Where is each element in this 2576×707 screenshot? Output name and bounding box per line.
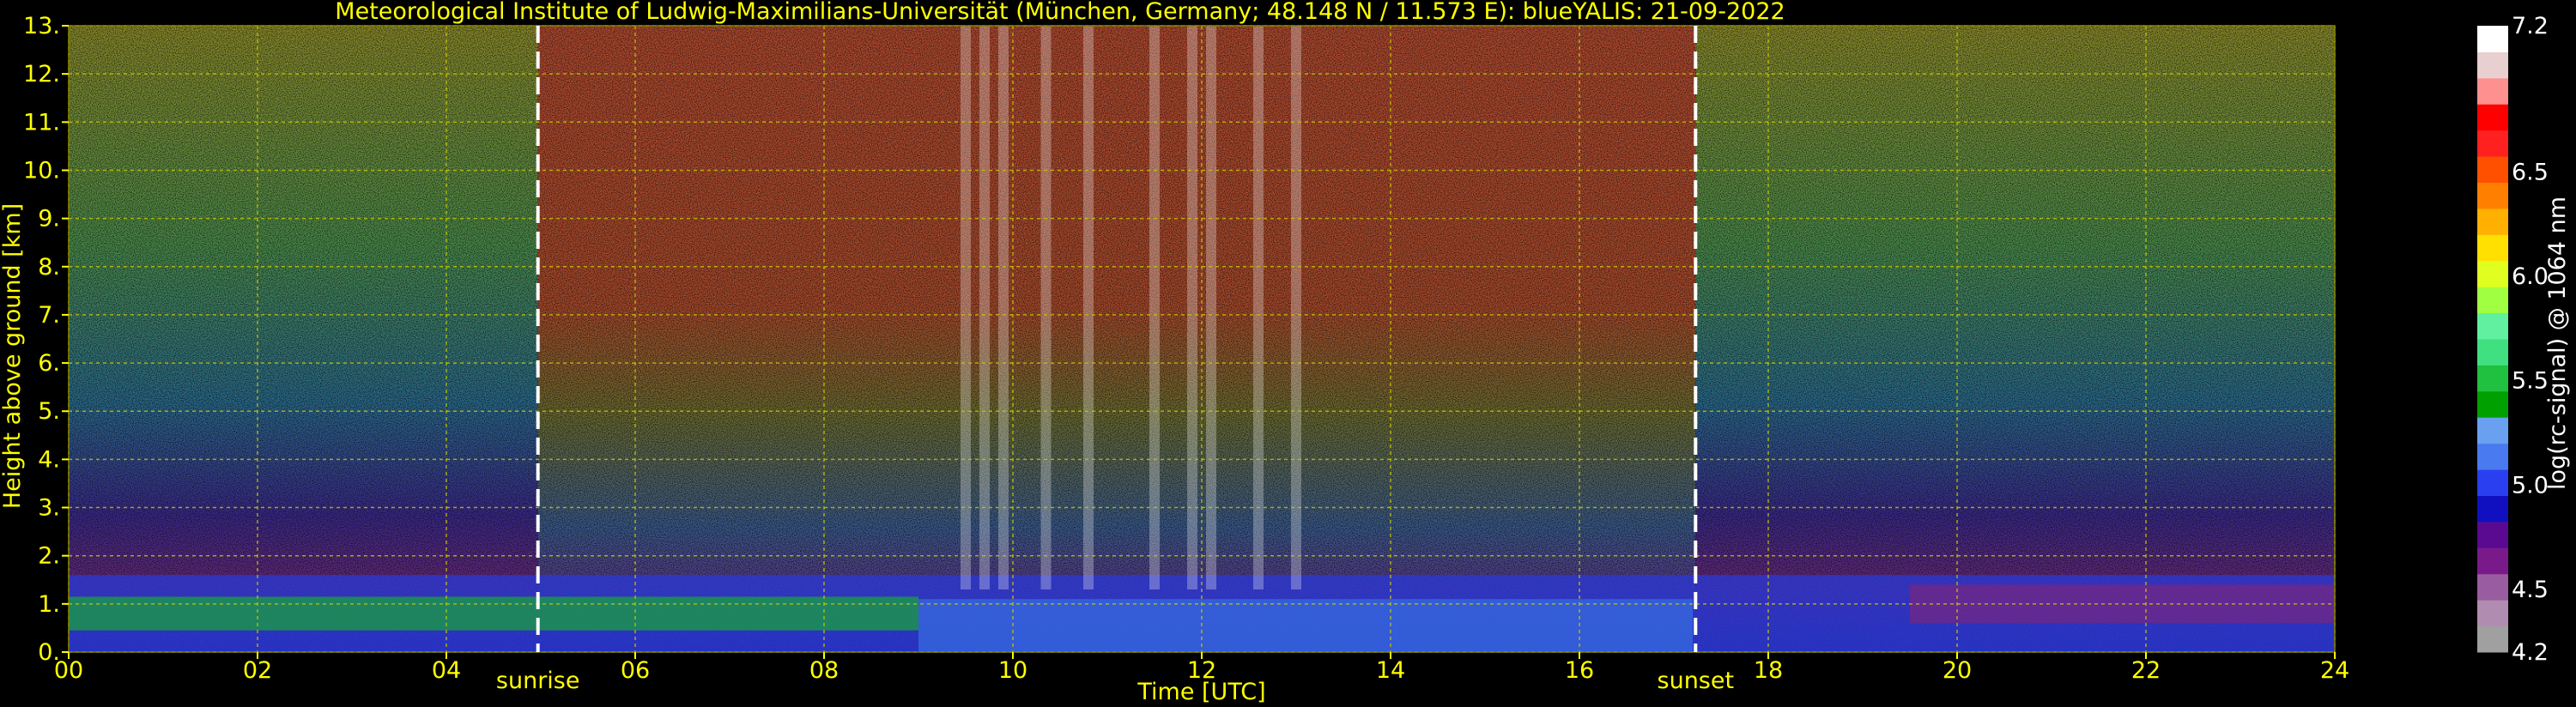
y-tick-label: 4. <box>38 446 60 473</box>
signal-streak <box>979 26 990 589</box>
marker-label-sunrise: sunrise <box>496 668 580 694</box>
x-tick-label: 18 <box>1754 657 1783 684</box>
y-axis-label: Height above ground [km] <box>0 203 26 509</box>
x-tick-label: 04 <box>432 657 461 684</box>
colorbar-segment <box>2477 365 2508 392</box>
colorbar-segment <box>2477 495 2508 523</box>
colorbar-tick-label: 5.0 <box>2512 472 2549 499</box>
colorbar-segment <box>2477 390 2508 418</box>
colorbar-segment <box>2477 104 2508 131</box>
y-tick-label: 1. <box>38 591 60 618</box>
y-tick-label: 5. <box>38 398 60 425</box>
y-tick-label: 7. <box>38 302 60 329</box>
colorbar-segment <box>2477 339 2508 366</box>
colorbar-segment <box>2477 287 2508 314</box>
colorbar-segment <box>2477 182 2508 209</box>
signal-noise <box>69 26 2335 652</box>
colorbar-segment <box>2477 600 2508 627</box>
x-tick-label: 10 <box>998 657 1027 684</box>
y-axis-ticks: 0. 1. 2. 3. 4. 5. 6. 7. 8. 9. 10. 11. 12. 13. <box>23 13 69 666</box>
colorbar-segment <box>2477 573 2508 601</box>
colorbar-tick-label: 4.2 <box>2512 639 2549 666</box>
colorbar-tick-label: 6.0 <box>2512 263 2549 290</box>
x-axis-label: Time [UTC] <box>1136 679 1265 705</box>
colorbar-ticks: 4.2 4.5 5.0 5.5 6.0 6.5 7.2 <box>2512 13 2549 666</box>
colorbar-segment <box>2477 234 2508 262</box>
y-tick-label: 6. <box>38 350 60 377</box>
signal-streak <box>998 26 1009 589</box>
colorbar-tick-label: 6.5 <box>2512 159 2549 185</box>
signal-streak <box>961 26 971 589</box>
signal-streak <box>1083 26 1094 589</box>
y-tick-label: 13. <box>23 13 60 39</box>
colorbar-segment <box>2477 51 2508 79</box>
colorbar-segment <box>2477 312 2508 340</box>
colorbar-segment <box>2477 130 2508 157</box>
y-tick-label: 11. <box>23 109 60 136</box>
colorbar-tick-label: 7.2 <box>2512 13 2549 39</box>
x-tick-label: 02 <box>243 657 272 684</box>
colorbar-label: log(rc-signal) @ 1064 nm <box>2544 196 2571 490</box>
colorbar-segment <box>2477 469 2508 496</box>
signal-streak <box>1206 26 1216 589</box>
colorbar-segment <box>2477 547 2508 575</box>
colorbar-tick-label: 5.5 <box>2512 368 2549 395</box>
y-tick-label: 2. <box>38 543 60 570</box>
colorbar-segment <box>2477 443 2508 470</box>
x-tick-label: 22 <box>2131 657 2161 684</box>
colorbar-segment <box>2477 156 2508 183</box>
colorbar-segment <box>2477 521 2508 548</box>
night-residual-layer <box>69 596 918 631</box>
colorbar-segment <box>2477 625 2508 653</box>
signal-streak <box>1291 26 1301 589</box>
colorbar-segment <box>2477 417 2508 444</box>
y-tick-label: 12. <box>23 61 60 88</box>
signal-streak <box>1253 26 1264 589</box>
colorbar-segment <box>2477 77 2508 105</box>
mixing-layer <box>918 599 1693 652</box>
y-tick-label: 10. <box>23 157 60 184</box>
chart-title: Meteorological Institute of Ludwig-Maxim… <box>335 0 1785 25</box>
colorbar-segment <box>2477 208 2508 235</box>
x-tick-label: 06 <box>621 657 650 684</box>
y-tick-label: 0. <box>38 639 60 666</box>
y-tick-label: 8. <box>38 254 60 281</box>
signal-streak <box>1149 26 1160 589</box>
colorbar <box>2477 26 2508 653</box>
signal-streak <box>1040 26 1052 589</box>
lidar-chart: Meteorological Institute of Ludwig-Maxim… <box>0 0 2571 705</box>
plot-area <box>69 26 2335 652</box>
x-tick-label: 16 <box>1565 657 1594 684</box>
x-tick-label: 24 <box>2320 657 2349 684</box>
x-tick-label: 14 <box>1376 657 1405 684</box>
y-tick-label: 3. <box>38 495 60 522</box>
x-tick-label: 20 <box>1943 657 1972 684</box>
colorbar-segment <box>2477 26 2508 52</box>
colorbar-segment <box>2477 260 2508 287</box>
x-tick-label: 08 <box>809 657 839 684</box>
signal-streak <box>1187 26 1197 589</box>
y-tick-label: 9. <box>38 206 60 233</box>
colorbar-tick-label: 4.5 <box>2512 577 2549 603</box>
marker-label-sunset: sunset <box>1658 668 1735 694</box>
